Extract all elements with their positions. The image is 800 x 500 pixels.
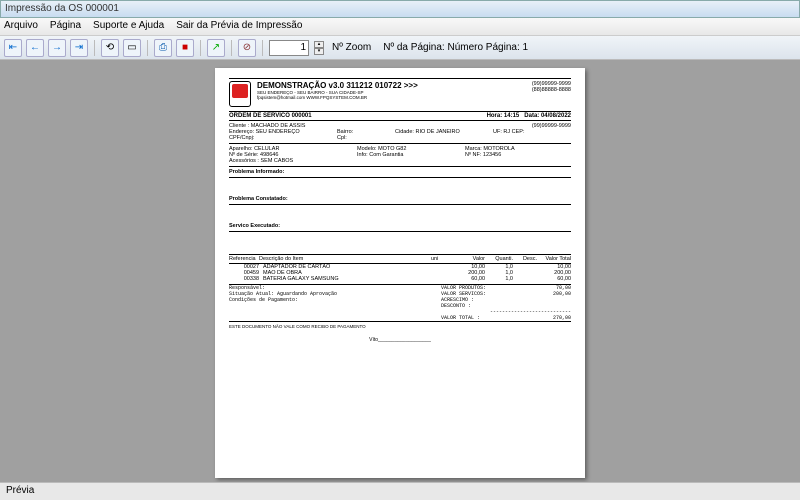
item-row: 00338BATERIA GALAXY SAMSUNG60,001,060,00 — [229, 276, 571, 282]
page-number-label: Nº da Página: Número Página: 1 — [383, 42, 528, 53]
zoom-label: Nº Zoom — [332, 42, 371, 53]
col-uni: uni — [431, 256, 455, 262]
condicoes: Condições de Pagamento: — [229, 297, 441, 303]
signature-line: Víto___________________ — [229, 337, 571, 343]
page-setup-icon[interactable]: ▭ — [123, 39, 141, 57]
os-title-bar: ORDEM DE SERVICO 000001 Hora: 14:15 Data… — [229, 111, 571, 121]
os-data: 04/08/2022 — [541, 113, 571, 119]
nav-first-icon[interactable]: ⇤ — [4, 39, 22, 57]
info: Info: Com Garantia — [357, 152, 457, 158]
cliente-cidade: Cidade: RIO DE JANEIRO — [395, 129, 485, 135]
zoom-reset-icon[interactable]: ⟲ — [101, 39, 119, 57]
os-data-label: Data: — [524, 113, 539, 119]
document-page: DEMONSTRAÇÃO v3.0 311212 010722 >>> SEU … — [215, 68, 585, 478]
company-contact: fpqsistem@hotmail.com WWW.FPQSYSTEM.COM.… — [257, 95, 526, 100]
company-title: DEMONSTRAÇÃO v3.0 311212 010722 >>> — [257, 81, 526, 90]
os-hora: 14:15 — [504, 113, 519, 119]
tot-total-label: VALOR TOTAL : — [441, 315, 535, 321]
col-total: Valor Total — [537, 256, 571, 262]
col-ref: Referencia — [229, 256, 259, 262]
cliente-fone: (99)99999-9999 — [532, 123, 571, 129]
menu-pagina[interactable]: Página — [50, 20, 81, 33]
col-desconto: Desc. — [513, 256, 537, 262]
os-hora-label: Hora: — [487, 113, 503, 119]
window-titlebar: Impressão da OS 000001 — [0, 0, 800, 18]
menu-sair[interactable]: Sair da Prévia de Impressão — [176, 20, 302, 33]
company-logo-icon — [229, 81, 251, 107]
cliente-cpf: CPF/Cnpj: — [229, 135, 329, 141]
totals-block: Responsável: Situação Atual: Aguardando … — [229, 284, 571, 322]
cliente-cpl: Cpl: — [337, 135, 347, 141]
fine-print: ESTE DOCUMENTO NÃO VALE COMO RECIBO DE P… — [229, 324, 571, 329]
os-number: ORDEM DE SERVICO 000001 — [229, 113, 487, 119]
nav-next-icon[interactable]: → — [48, 39, 66, 57]
toolbar: ⇤ ← → ⇥ ⟲ ▭ ⎙ ■ ↗ ⊘ 1 ▴▾ Nº Zoom Nº da P… — [0, 36, 800, 60]
statusbar: Prévia — [0, 482, 800, 500]
nf: Nº NF: 123456 — [465, 152, 501, 158]
tot-total: 270,00 — [535, 315, 571, 321]
cliente-block: Cliente : MACHADO DE ASSIS(99)99999-9999… — [229, 121, 571, 144]
col-desc: Descrição do Item — [259, 256, 431, 262]
phone-2: (88)88888-8888 — [532, 87, 571, 93]
col-quant: Quanti. — [485, 256, 513, 262]
nav-prev-icon[interactable]: ← — [26, 39, 44, 57]
servico-executado: Servico Executado: — [229, 221, 571, 232]
col-valor: Valor — [455, 256, 485, 262]
print-icon[interactable]: ⎙ — [154, 39, 172, 57]
menu-arquivo[interactable]: Arquivo — [4, 20, 38, 33]
problema-informado: Problema Informado: — [229, 167, 571, 178]
problema-constatado: Problema Constatado: — [229, 194, 571, 205]
cliente-uf: UF: RJ CEP: — [493, 129, 524, 135]
menu-suporte[interactable]: Suporte e Ajuda — [93, 20, 164, 33]
export-icon[interactable]: ↗ — [207, 39, 225, 57]
status-text: Prévia — [6, 485, 34, 496]
nav-last-icon[interactable]: ⇥ — [70, 39, 88, 57]
aparelho-block: Aparelho: CELULARModelo: MOTO G82Marca: … — [229, 144, 571, 167]
zoom-input[interactable]: 1 — [269, 40, 309, 56]
doc-header: DEMONSTRAÇÃO v3.0 311212 010722 >>> SEU … — [229, 78, 571, 107]
preview-workspace: DEMONSTRAÇÃO v3.0 311212 010722 >>> SEU … — [0, 60, 800, 482]
items-header: Referencia Descrição do Item uni Valor Q… — [229, 254, 571, 264]
close-icon[interactable]: ⊘ — [238, 39, 256, 57]
acessorios: Acessórios : SEM CABOS — [229, 158, 293, 164]
menubar: Arquivo Página Suporte e Ajuda Sair da P… — [0, 18, 800, 36]
zoom-spinner[interactable]: ▴▾ — [314, 41, 324, 55]
save-icon[interactable]: ■ — [176, 39, 194, 57]
